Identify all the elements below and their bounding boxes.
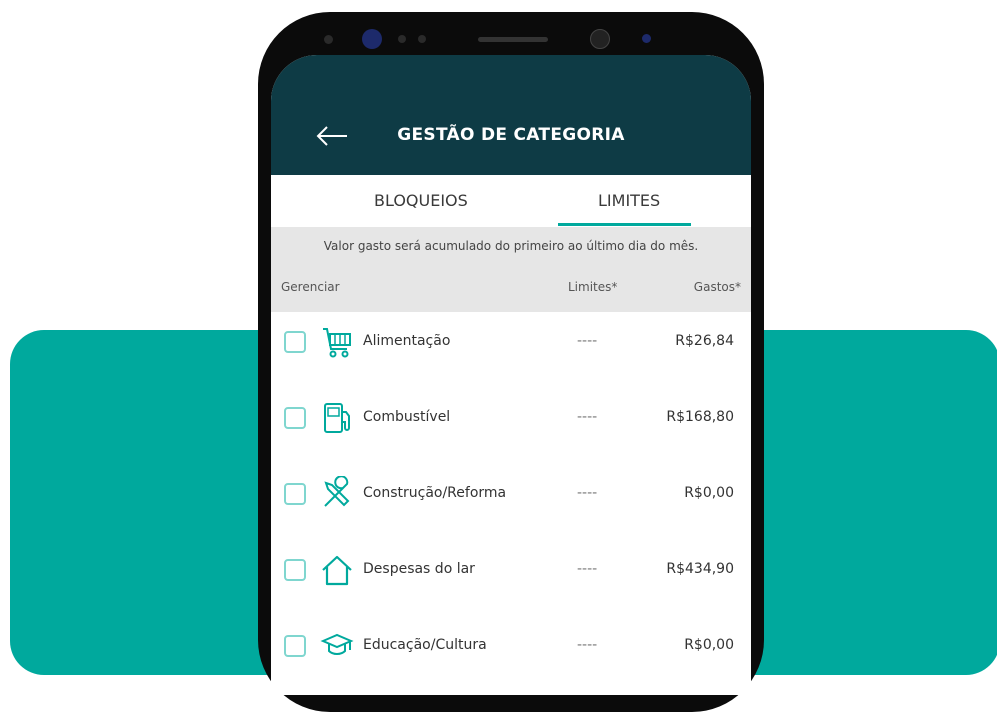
tools-icon: [324, 476, 350, 507]
category-row-despesas-lar[interactable]: Despesas do lar ---- R$434,90: [271, 540, 751, 600]
category-row-educacao[interactable]: Educação/Cultura ---- R$0,00: [271, 616, 751, 676]
category-list: Alimentação ---- R$26,84 Combustível ---…: [271, 312, 751, 692]
category-spent: R$434,90: [666, 561, 734, 577]
info-text: Valor gasto será acumulado do primeiro a…: [323, 239, 699, 253]
category-limit: ----: [577, 333, 598, 349]
category-spent: R$168,80: [666, 409, 734, 425]
column-header-spent: Gastos*: [693, 280, 741, 294]
category-limit: ----: [577, 637, 598, 653]
column-header-manage: Gerenciar: [281, 280, 340, 294]
category-checkbox[interactable]: [284, 635, 306, 657]
category-limit: ----: [577, 561, 598, 577]
category-checkbox[interactable]: [284, 559, 306, 581]
sensor-dot: [324, 35, 333, 44]
cart-icon: [323, 328, 351, 358]
category-spent: R$0,00: [684, 637, 734, 653]
category-row-construcao[interactable]: Construção/Reforma ---- R$0,00: [271, 464, 751, 524]
info-section: Valor gasto será acumulado do primeiro a…: [271, 227, 751, 312]
category-spent: R$26,84: [675, 333, 734, 349]
phone-frame: GESTÃO DE CATEGORIA BLOQUEIOS LIMITES Va…: [258, 12, 764, 712]
category-checkbox[interactable]: [284, 331, 306, 353]
sensor-dot: [418, 35, 426, 43]
sensor-dot: [398, 35, 406, 43]
house-icon: [322, 555, 352, 586]
category-label: Despesas do lar: [363, 561, 475, 577]
category-spent: R$0,00: [684, 485, 734, 501]
category-label: Combustível: [363, 409, 451, 425]
app-header: GESTÃO DE CATEGORIA: [271, 55, 751, 175]
category-row-alimentacao[interactable]: Alimentação ---- R$26,84: [271, 312, 751, 372]
camera-lens-icon: [590, 29, 610, 49]
app-screen: GESTÃO DE CATEGORIA BLOQUEIOS LIMITES Va…: [271, 55, 751, 695]
category-label: Construção/Reforma: [363, 485, 507, 501]
category-checkbox[interactable]: [284, 483, 306, 505]
tab-bloqueios[interactable]: BLOQUEIOS: [374, 191, 468, 210]
category-label: Alimentação: [363, 333, 451, 349]
column-header-limits: Limites*: [568, 280, 618, 294]
category-row-combustivel[interactable]: Combustível ---- R$168,80: [271, 388, 751, 448]
sensor-dot: [642, 34, 651, 43]
fuel-pump-icon: [324, 403, 350, 433]
tab-bar: BLOQUEIOS LIMITES: [271, 175, 751, 227]
category-limit: ----: [577, 409, 598, 425]
speaker-grille: [478, 37, 548, 42]
front-camera-icon: [362, 29, 382, 49]
category-checkbox[interactable]: [284, 407, 306, 429]
category-label: Educação/Cultura: [363, 637, 487, 653]
category-limit: ----: [577, 485, 598, 501]
page-title: GESTÃO DE CATEGORIA: [397, 125, 625, 145]
tab-limites[interactable]: LIMITES: [598, 191, 660, 210]
active-tab-indicator: [558, 223, 691, 226]
graduation-cap-icon: [320, 633, 354, 655]
